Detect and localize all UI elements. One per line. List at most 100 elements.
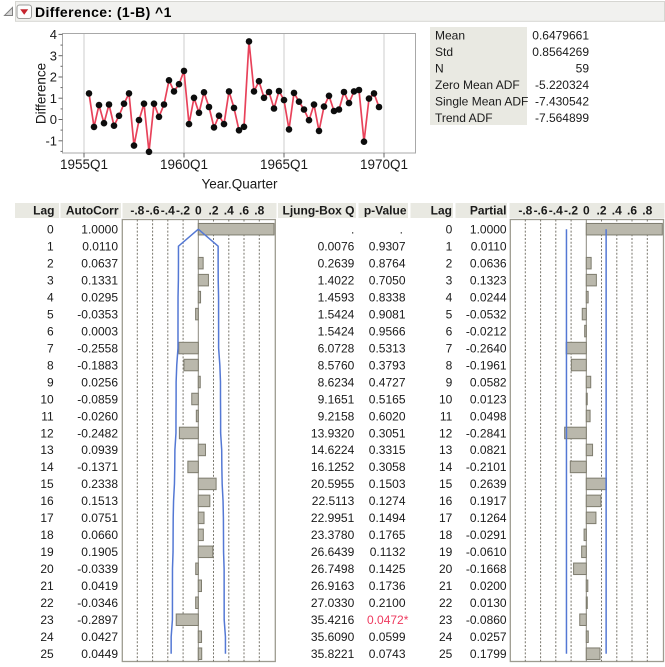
svg-text:0.0599: 0.0599 <box>369 630 406 644</box>
svg-text:0.1736: 0.1736 <box>369 579 406 593</box>
svg-text:-.8: -.8 <box>518 204 532 218</box>
svg-text:0.0498: 0.0498 <box>470 409 507 423</box>
svg-text:.6: .6 <box>627 204 637 218</box>
svg-text:1.0000: 1.0000 <box>81 223 118 237</box>
svg-text:0.0200: 0.0200 <box>470 579 507 593</box>
svg-text:24: 24 <box>40 630 54 644</box>
svg-text:17: 17 <box>439 511 453 525</box>
svg-text:1970Q1: 1970Q1 <box>360 157 408 172</box>
svg-text:0.1513: 0.1513 <box>81 494 118 508</box>
svg-text:8: 8 <box>446 358 453 372</box>
svg-text:.2: .2 <box>209 204 219 218</box>
svg-text:0.1331: 0.1331 <box>81 273 118 287</box>
svg-text:0.9566: 0.9566 <box>369 324 406 338</box>
svg-text:26.6439: 26.6439 <box>311 545 355 559</box>
svg-text:AutoCorr: AutoCorr <box>66 204 119 218</box>
svg-text:15: 15 <box>40 477 54 491</box>
svg-text:0.0582: 0.0582 <box>470 375 507 389</box>
svg-text:10: 10 <box>439 392 453 406</box>
svg-text:0.0244: 0.0244 <box>470 290 507 304</box>
svg-text:1: 1 <box>446 239 453 253</box>
svg-text:0.8564269: 0.8564269 <box>532 45 589 59</box>
svg-text:0: 0 <box>195 204 202 218</box>
svg-text:8.6234: 8.6234 <box>318 375 355 389</box>
svg-text:-1: -1 <box>45 133 57 148</box>
svg-text:9: 9 <box>47 375 54 389</box>
svg-text:0.1765: 0.1765 <box>369 528 406 542</box>
svg-text:23.3780: 23.3780 <box>311 528 355 542</box>
svg-text:0.3793: 0.3793 <box>369 358 406 372</box>
svg-text:-0.2482: -0.2482 <box>77 426 118 440</box>
svg-text:0.2639: 0.2639 <box>470 477 507 491</box>
svg-text:-.6: -.6 <box>146 204 160 218</box>
svg-text:22: 22 <box>40 596 54 610</box>
svg-text:19: 19 <box>40 545 54 559</box>
svg-text:0.1264: 0.1264 <box>470 511 507 525</box>
svg-text:.: . <box>351 223 354 237</box>
svg-text:Partial: Partial <box>470 204 507 218</box>
svg-text:1: 1 <box>47 239 54 253</box>
svg-text:17: 17 <box>40 511 54 525</box>
svg-text:4: 4 <box>50 27 57 42</box>
svg-text:0: 0 <box>446 223 453 237</box>
svg-text:16: 16 <box>40 494 54 508</box>
svg-text:-.6: -.6 <box>534 204 548 218</box>
svg-text:-7.564899: -7.564899 <box>535 111 589 125</box>
svg-text:0.1132: 0.1132 <box>370 545 406 559</box>
svg-text:0.0472*: 0.0472* <box>367 613 409 627</box>
svg-text:13.9320: 13.9320 <box>311 426 355 440</box>
svg-text:0.1494: 0.1494 <box>369 511 406 525</box>
svg-text:0.0637: 0.0637 <box>81 256 118 270</box>
svg-text:20.5955: 20.5955 <box>311 477 355 491</box>
svg-text:0.0449: 0.0449 <box>81 647 118 661</box>
svg-text:0.9081: 0.9081 <box>369 307 406 321</box>
svg-text:.8: .8 <box>254 204 264 218</box>
svg-text:-.2: -.2 <box>564 204 578 218</box>
svg-text:-.4: -.4 <box>549 204 563 218</box>
svg-text:14.6224: 14.6224 <box>311 443 355 457</box>
svg-text:-.4: -.4 <box>161 204 175 218</box>
svg-text:0: 0 <box>50 112 57 127</box>
svg-text:19: 19 <box>439 545 453 559</box>
svg-text:20: 20 <box>40 562 54 576</box>
svg-text:Std: Std <box>435 45 453 59</box>
svg-text:7: 7 <box>446 341 453 355</box>
svg-text:35.4216: 35.4216 <box>311 613 355 627</box>
svg-text:18: 18 <box>40 528 54 542</box>
svg-text:Zero Mean ADF: Zero Mean ADF <box>435 78 520 92</box>
svg-text:0.0939: 0.0939 <box>81 443 118 457</box>
svg-text:-0.0212: -0.0212 <box>466 324 507 338</box>
svg-text:-0.0346: -0.0346 <box>77 596 118 610</box>
svg-text:-0.0260: -0.0260 <box>77 409 118 423</box>
svg-text:.2: .2 <box>597 204 607 218</box>
svg-text:N: N <box>435 61 444 75</box>
svg-text:-.2: -.2 <box>176 204 190 218</box>
svg-text:12: 12 <box>40 426 54 440</box>
svg-text:Mean: Mean <box>435 28 465 42</box>
svg-text:1.4593: 1.4593 <box>318 290 355 304</box>
svg-text:-7.430542: -7.430542 <box>535 94 589 108</box>
svg-text:.6: .6 <box>239 204 249 218</box>
svg-text:9: 9 <box>446 375 453 389</box>
svg-text:1955Q1: 1955Q1 <box>60 157 108 172</box>
svg-text:0.6020: 0.6020 <box>369 409 406 423</box>
svg-text:59: 59 <box>576 61 590 75</box>
svg-text:1.4022: 1.4022 <box>318 273 355 287</box>
svg-text:6: 6 <box>446 324 453 338</box>
svg-text:.: . <box>400 223 403 237</box>
svg-text:6.0728: 6.0728 <box>318 341 355 355</box>
svg-text:0.0419: 0.0419 <box>81 579 118 593</box>
svg-text:9.2158: 9.2158 <box>318 409 355 423</box>
svg-text:25: 25 <box>439 647 453 661</box>
svg-text:0.2100: 0.2100 <box>369 596 406 610</box>
svg-text:26.7498: 26.7498 <box>311 562 355 576</box>
svg-text:-0.1883: -0.1883 <box>77 358 118 372</box>
svg-text:25: 25 <box>40 647 54 661</box>
svg-text:0.0295: 0.0295 <box>81 290 118 304</box>
svg-text:22: 22 <box>439 596 453 610</box>
svg-text:0.0123: 0.0123 <box>470 392 507 406</box>
svg-text:35.6090: 35.6090 <box>311 630 355 644</box>
svg-text:Lag: Lag <box>33 204 54 218</box>
svg-text:8.5760: 8.5760 <box>318 358 355 372</box>
svg-text:1: 1 <box>50 91 57 106</box>
